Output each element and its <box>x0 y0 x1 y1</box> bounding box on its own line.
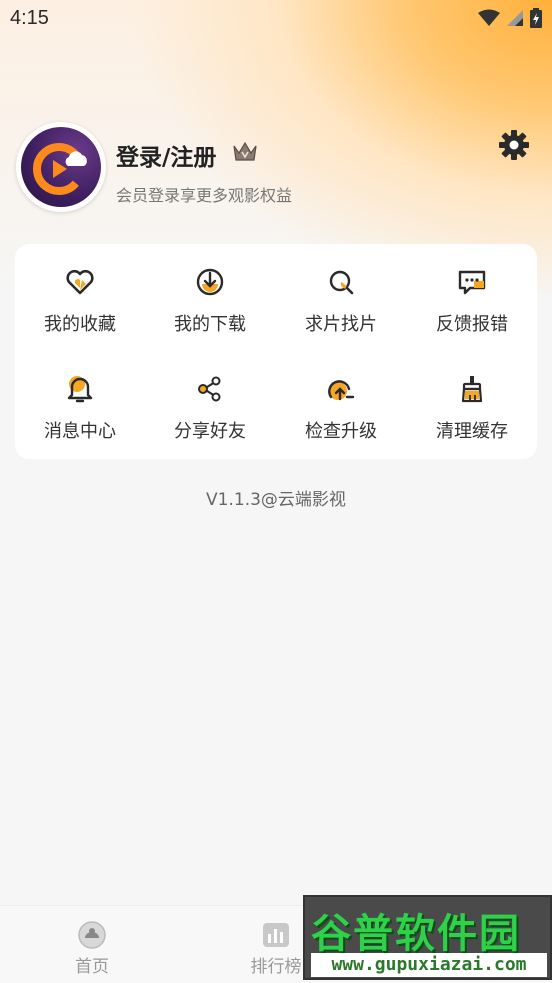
grid-item-label: 消息中心 <box>44 421 116 442</box>
request-movie-button[interactable]: 求片找片 <box>276 244 406 344</box>
message-center-button[interactable]: 消息中心 <box>15 351 145 451</box>
signal-icon <box>507 10 523 26</box>
check-update-button[interactable]: 检查升级 <box>276 351 406 451</box>
watermark-title: 谷普软件园 <box>311 911 521 957</box>
wifi-icon <box>478 9 500 26</box>
grid-item-label: 我的下载 <box>174 314 246 335</box>
grid-item-label: 求片找片 <box>305 314 377 335</box>
download-icon <box>196 268 224 296</box>
heart-icon <box>66 269 94 295</box>
login-subtitle: 会员登录享更多观影权益 <box>116 186 293 205</box>
home-icon <box>78 921 106 949</box>
avatar[interactable] <box>16 122 106 212</box>
my-downloads-button[interactable]: 我的下载 <box>145 244 275 344</box>
chart-icon <box>263 923 289 947</box>
bell-icon <box>67 376 93 403</box>
vip-crown-icon <box>233 141 257 161</box>
settings-gear-icon[interactable] <box>498 129 530 161</box>
upgrade-icon <box>328 380 355 401</box>
feedback-icon <box>458 270 486 295</box>
feedback-button[interactable]: 反馈报错 <box>407 244 537 344</box>
grid-item-label: 反馈报错 <box>436 314 508 335</box>
grid-item-label: 我的收藏 <box>44 314 116 335</box>
battery-icon <box>530 8 542 28</box>
watermark-url: www.gupuxiazai.com <box>311 953 547 977</box>
login-register-link[interactable]: 登录/注册 <box>116 138 216 172</box>
clear-cache-button[interactable]: 清理缓存 <box>407 351 537 451</box>
my-favorites-button[interactable]: 我的收藏 <box>15 244 145 344</box>
status-time: 4:15 <box>10 7 49 29</box>
tab-home[interactable]: 首页 <box>32 906 152 983</box>
broom-icon <box>461 376 483 403</box>
search-icon <box>329 270 354 295</box>
grid-item-label: 分享好友 <box>174 421 246 442</box>
tab-label: 首页 <box>75 957 109 977</box>
feature-grid: 我的收藏 我的下载 求片找片 反馈报错 消息中心 分享好友 检查升级 清理缓存 <box>15 244 537 459</box>
watermark-logo: 谷普软件园 www.gupuxiazai.com <box>303 895 552 980</box>
grid-item-label: 清理缓存 <box>436 421 508 442</box>
version-text: V1.1.3@云端影视 <box>206 490 346 510</box>
status-bar: 4:15 <box>0 0 552 38</box>
grid-item-label: 检查升级 <box>305 421 377 442</box>
play-cloud-icon <box>33 143 87 195</box>
share-friends-button[interactable]: 分享好友 <box>145 351 275 451</box>
share-icon <box>198 376 221 402</box>
app-logo <box>21 127 101 207</box>
